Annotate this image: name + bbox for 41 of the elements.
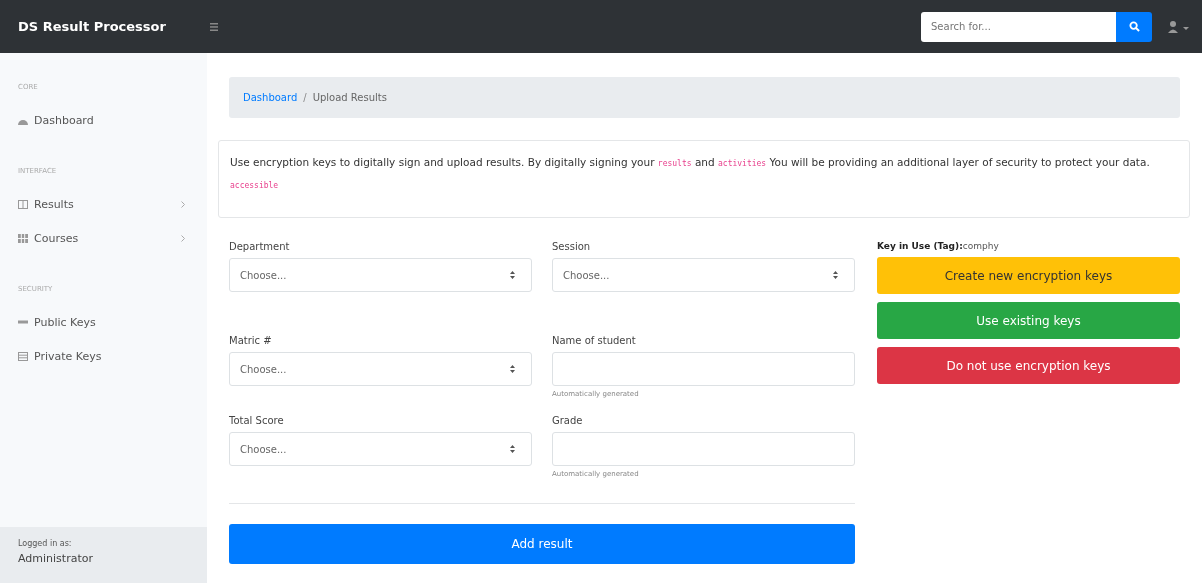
- table-icon: [18, 233, 28, 243]
- field-label: Session: [552, 241, 592, 252]
- search-button[interactable]: [1116, 11, 1152, 42]
- updown-icon: [510, 445, 515, 453]
- updown-icon: [510, 271, 515, 279]
- text-field[interactable]: [552, 352, 855, 386]
- text-field[interactable]: [552, 432, 855, 466]
- field-label: Total Score: [229, 415, 285, 426]
- select-field[interactable]: Choose...: [229, 432, 532, 466]
- breadcrumb-current: Upload Results: [312, 92, 387, 103]
- separator: /: [303, 92, 307, 103]
- bar-icon: [18, 319, 28, 325]
- key-in-use-text: Key in Use (Tag):comphy: [877, 241, 1000, 253]
- search-icon: [1128, 21, 1140, 32]
- field-label: Department: [229, 241, 291, 252]
- sidebar-item[interactable]: Dashboard: [18, 103, 207, 137]
- sidebar-item[interactable]: Private Keys: [18, 339, 207, 373]
- updown-icon: [510, 365, 515, 373]
- field-label: Grade: [552, 415, 584, 426]
- select-field[interactable]: Choose...: [552, 258, 855, 292]
- field-label: Name of student: [552, 335, 637, 346]
- brand-title[interactable]: DS Result Processor: [18, 19, 210, 34]
- search-field[interactable]: Search for...: [921, 11, 1116, 42]
- user-name: Administrator: [18, 552, 94, 565]
- user-menu-icon[interactable]: [1168, 20, 1190, 33]
- select-field[interactable]: Choose...: [229, 258, 532, 292]
- sidebar-item[interactable]: Public Keys: [18, 305, 207, 339]
- sidebar-item[interactable]: Courses: [18, 221, 207, 255]
- field-label: Matric #: [229, 335, 273, 346]
- sidebar-item[interactable]: Results: [18, 187, 207, 221]
- key-option-button[interactable]: Create new encryption keys: [877, 257, 1180, 294]
- menu-icon[interactable]: [210, 22, 218, 31]
- select-field[interactable]: Choose...: [229, 352, 532, 386]
- breadcrumb-link[interactable]: Dashboard: [243, 92, 298, 103]
- add-result-button[interactable]: Add result: [229, 524, 855, 564]
- list-icon: [18, 351, 28, 361]
- columns-icon: [18, 199, 28, 209]
- key-option-button[interactable]: Do not use encryption keys: [877, 347, 1180, 384]
- updown-icon: [833, 271, 838, 279]
- intro-text: Use encryption keys to digitally sign and upload results. By digitally signing your results and activities You will be providing an additional layer of security to protect your data. accessible: [230, 155, 1151, 192]
- logged-in-caption: Logged in as:: [18, 539, 73, 548]
